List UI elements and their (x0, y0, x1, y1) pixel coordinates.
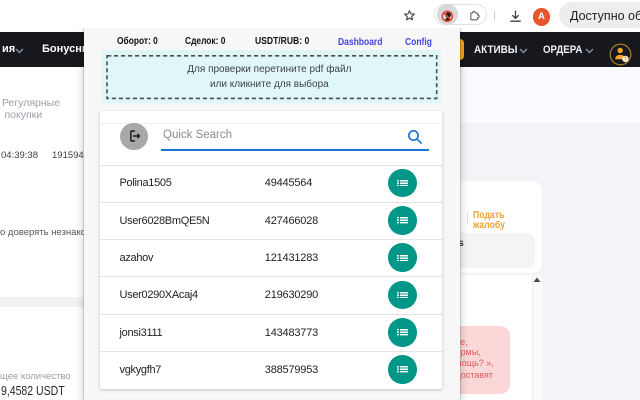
svg-text:?: ? (623, 57, 627, 63)
